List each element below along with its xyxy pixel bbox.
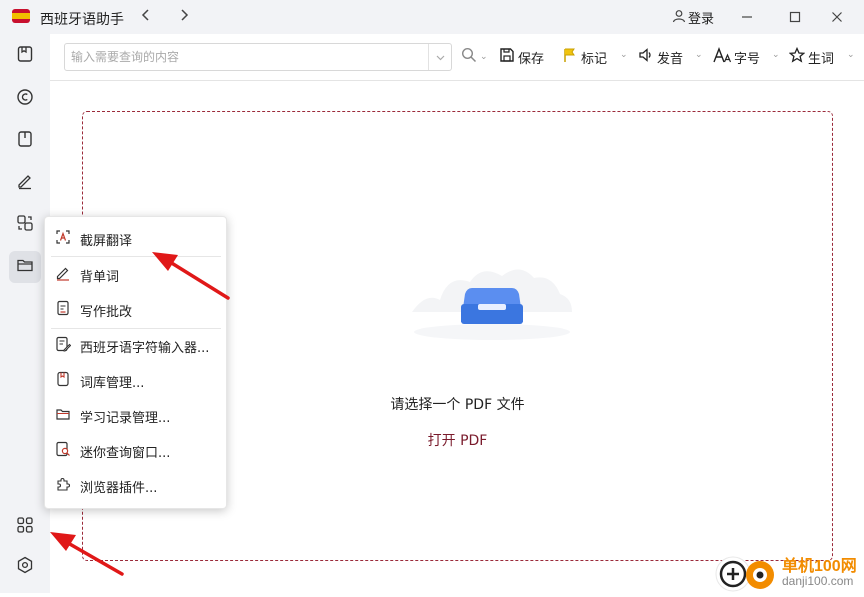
menu-label: 西班牙语字符输入器... <box>80 340 210 356</box>
save-label: 保存 <box>518 51 545 67</box>
star-icon <box>788 46 806 67</box>
menu-label: 浏览器插件... <box>80 480 158 496</box>
menu-label: 背单词 <box>80 269 120 285</box>
minimize-button[interactable] <box>737 8 757 26</box>
newwords-button[interactable]: 生词 <box>788 46 835 67</box>
grid-icon <box>16 516 34 538</box>
fontsize-label: 字号 <box>734 51 761 67</box>
save-button[interactable]: 保存 <box>499 47 544 67</box>
save-icon <box>499 47 515 67</box>
close-button[interactable] <box>827 8 847 26</box>
translate-icon <box>16 214 34 236</box>
chevron-down-icon <box>436 50 445 65</box>
pronounce-label: 发音 <box>657 51 684 67</box>
menu-divider <box>51 256 221 257</box>
back-button[interactable] <box>137 8 155 26</box>
sidebar-item-conjugation[interactable] <box>9 83 41 115</box>
mark-label: 标记 <box>581 51 608 67</box>
toolbar: ⌄ 保存 标记 ⌄ 发音 ⌄ 字号 ⌄ 生词 ⌄ <box>50 34 864 81</box>
login-label: 登录 <box>688 12 715 27</box>
menu-item-char-input[interactable]: 西班牙语字符输入器... <box>51 332 221 360</box>
flag-icon <box>562 47 578 67</box>
sidebar-item-wordbook[interactable] <box>9 125 41 157</box>
watermark-name: 单机100网 <box>782 558 857 575</box>
sidebar-item-apps[interactable] <box>9 511 41 543</box>
menu-label: 词库管理... <box>80 375 145 391</box>
mark-dropdown-icon[interactable]: ⌄ <box>620 50 628 60</box>
book-icon <box>16 45 34 67</box>
sidebar-item-translate[interactable] <box>9 209 41 241</box>
menu-item-browser-plugin[interactable]: 浏览器插件... <box>51 472 221 500</box>
pronounce-button[interactable]: 发音 <box>638 47 683 67</box>
title-bar: 西班牙语助手 登录 <box>0 0 864 34</box>
search-button[interactable]: ⌄ <box>461 47 488 67</box>
mini-search-icon <box>55 441 71 461</box>
menu-item-screenshot-translate[interactable]: 截屏翻译 <box>51 225 221 253</box>
pronounce-dropdown-icon[interactable]: ⌄ <box>695 50 703 60</box>
app-logo-icon <box>12 9 30 23</box>
newwords-dropdown-icon[interactable]: ⌄ <box>847 50 855 60</box>
circle-c-icon <box>16 88 34 110</box>
fontsize-button[interactable]: 字号 <box>713 47 760 67</box>
mark-button[interactable]: 标记 <box>562 47 607 67</box>
watermark: 单机100网 danji100.com <box>712 550 864 593</box>
fontsize-dropdown-icon[interactable]: ⌄ <box>772 50 780 60</box>
search-box <box>64 43 452 71</box>
writing-correction-icon <box>55 300 71 320</box>
menu-item-study-records[interactable]: 学习记录管理... <box>51 402 221 430</box>
menu-item-memorize-words[interactable]: 背单词 <box>51 261 221 289</box>
puzzle-icon <box>55 476 71 496</box>
folder-icon <box>55 406 71 426</box>
screenshot-translate-icon <box>55 229 71 249</box>
menu-item-lexicon-manage[interactable]: 词库管理... <box>51 367 221 395</box>
notebook-icon <box>16 130 34 152</box>
menu-label: 写作批改 <box>80 304 133 320</box>
sidebar <box>0 34 50 593</box>
apps-popup-menu: 截屏翻译 背单词 写作批改 西班牙语字符输入器... 词库管理... 学习记录管… <box>44 216 227 509</box>
menu-label: 截屏翻译 <box>80 233 133 249</box>
pencil-icon <box>55 265 71 285</box>
char-input-icon <box>55 336 72 356</box>
pen-icon <box>16 172 34 194</box>
app-title: 西班牙语助手 <box>40 12 124 28</box>
user-icon <box>672 9 686 27</box>
bookmark-icon <box>55 371 71 391</box>
search-history-dropdown[interactable] <box>428 44 451 70</box>
login-button[interactable]: 登录 <box>672 8 714 27</box>
menu-item-mini-search[interactable]: 迷你查询窗口... <box>51 437 221 465</box>
empty-tray-illustration <box>412 252 572 346</box>
sidebar-item-writing[interactable] <box>9 167 41 199</box>
folder-icon <box>16 256 34 278</box>
newwords-label: 生词 <box>808 51 835 67</box>
menu-divider <box>51 328 221 329</box>
sidebar-item-settings[interactable] <box>9 551 41 583</box>
font-size-icon <box>713 47 732 67</box>
search-input[interactable] <box>65 44 427 70</box>
search-chevron-icon: ⌄ <box>480 52 488 62</box>
search-icon <box>461 47 477 67</box>
watermark-url: danji100.com <box>782 574 854 588</box>
menu-item-writing-correction[interactable]: 写作批改 <box>51 296 221 324</box>
menu-label: 学习记录管理... <box>80 410 171 426</box>
menu-label: 迷你查询窗口... <box>80 445 171 461</box>
sidebar-item-pdf[interactable] <box>9 251 41 283</box>
forward-button[interactable] <box>175 8 193 26</box>
speaker-icon <box>638 47 654 67</box>
maximize-button[interactable] <box>785 8 805 26</box>
sidebar-item-dictionary[interactable] <box>9 40 41 72</box>
gear-icon <box>16 556 34 578</box>
